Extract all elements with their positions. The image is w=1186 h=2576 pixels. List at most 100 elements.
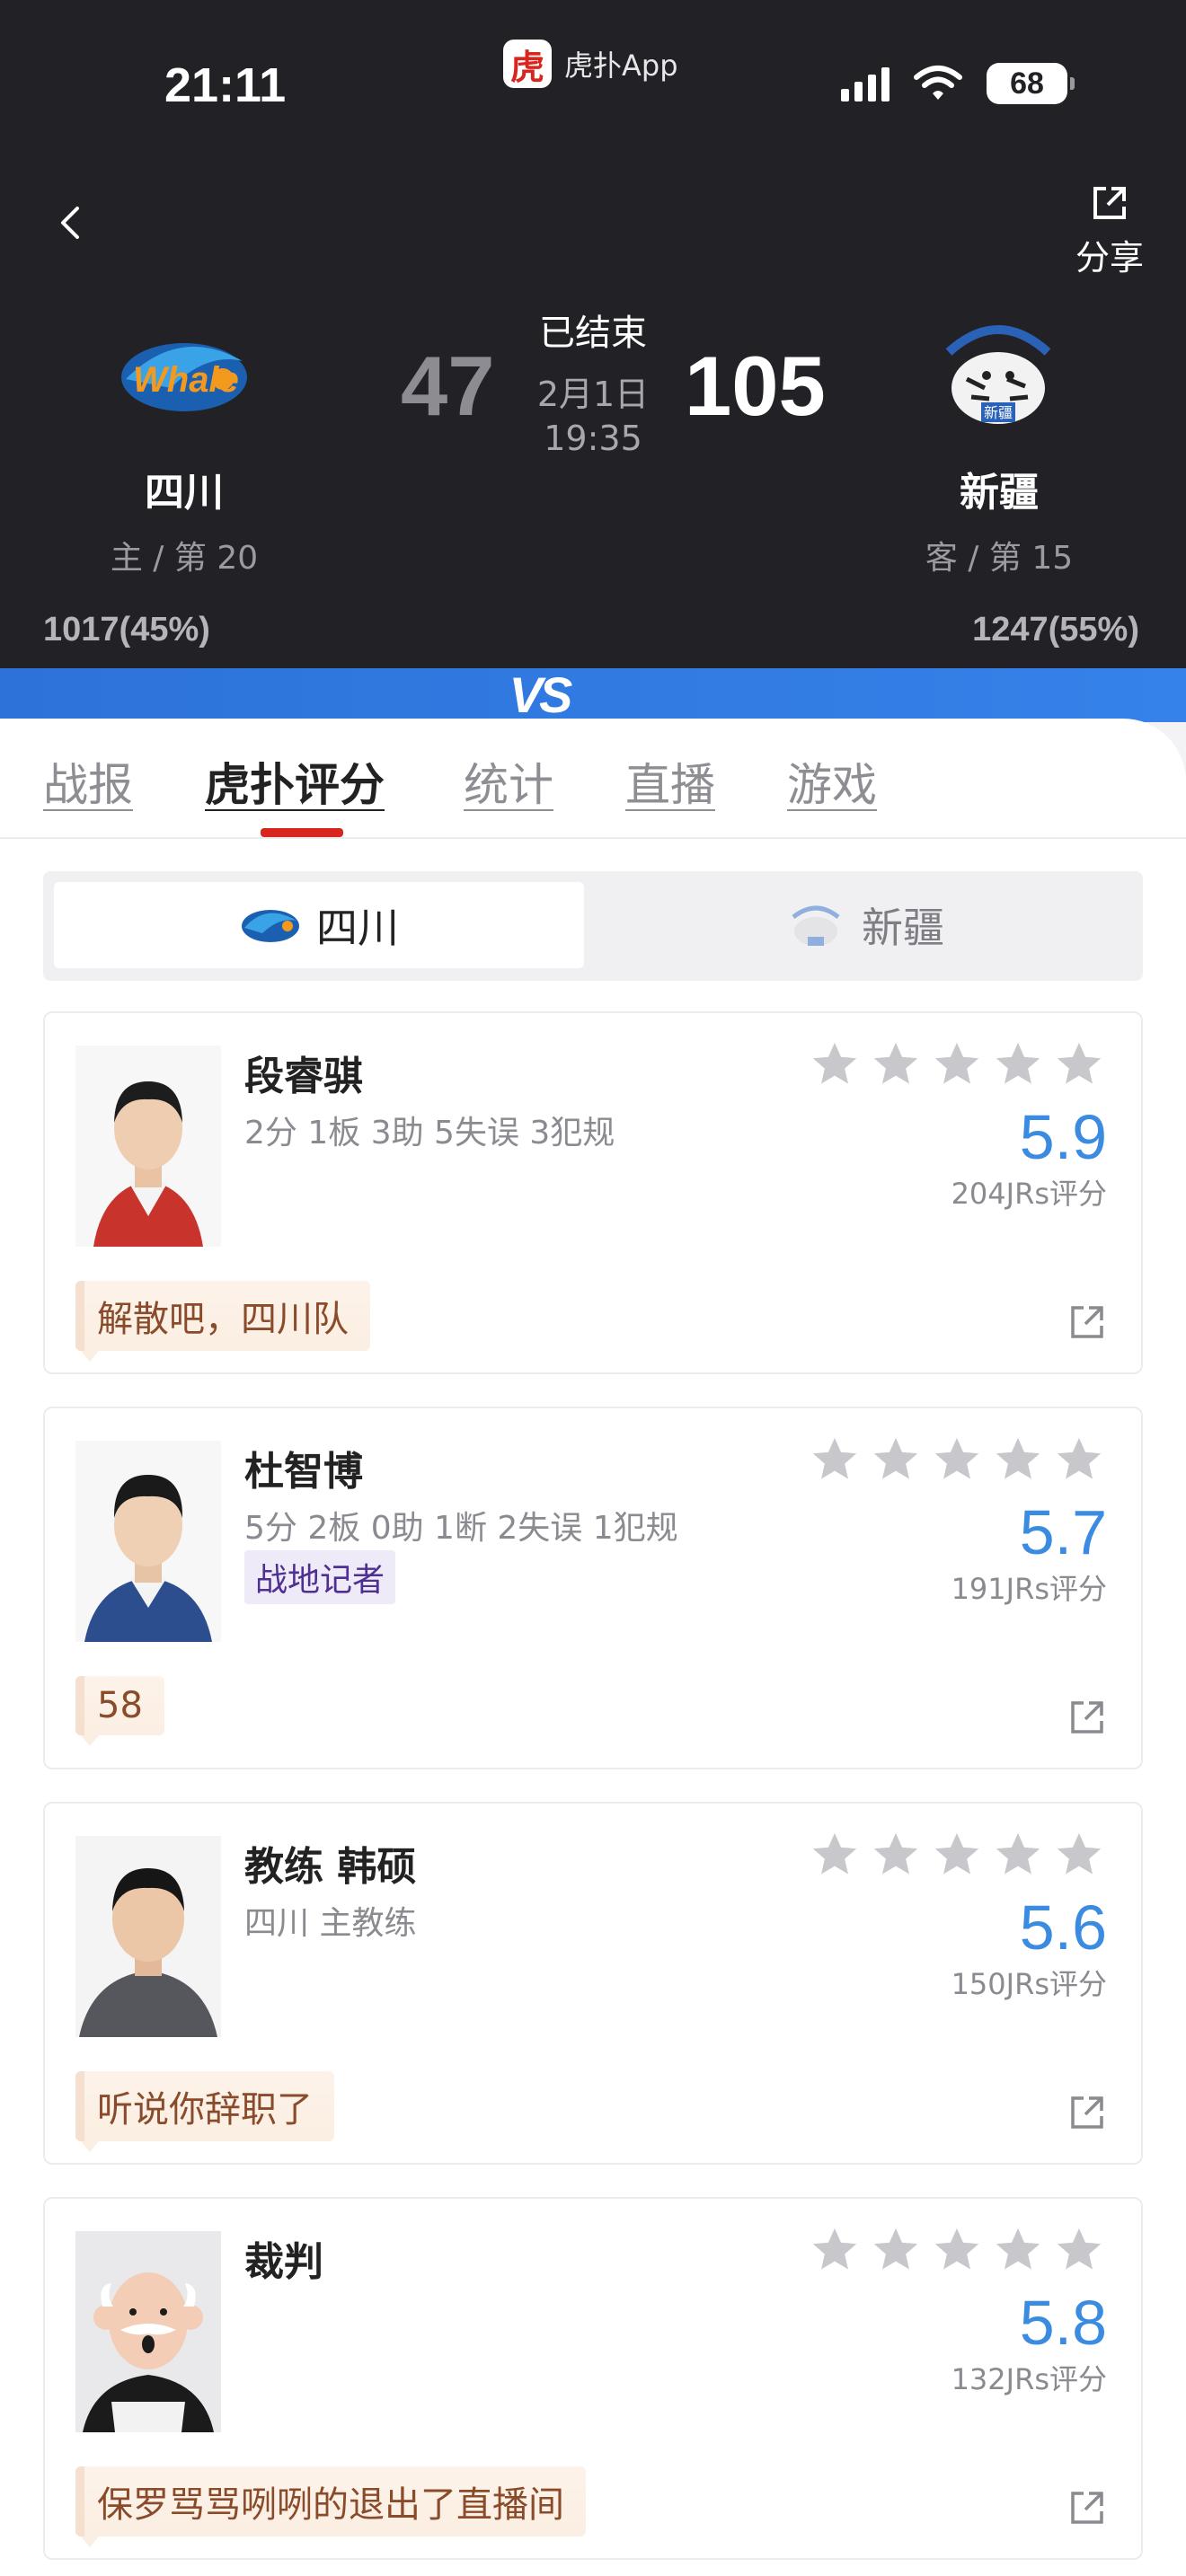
user-tag-badge: 战地记者: [244, 1550, 396, 1604]
game-rating-page: 21:11 虎 虎扑App 68 分享 Whale 四川 主 / 第 20 47…: [0, 0, 1186, 2576]
status-time: 21:11: [164, 58, 287, 112]
rater-count: 191JRs评分: [951, 1572, 1107, 1606]
xinjiang-team-logo[interactable]: 新疆: [931, 316, 1066, 433]
player-stats: 5分 2板 0助 1断 2失误 1犯规: [244, 1510, 678, 1547]
team-switch-away-label: 新疆: [862, 904, 944, 952]
share-icon[interactable]: [1067, 2093, 1107, 2132]
vs-label: VS: [509, 666, 573, 723]
team-switch-home-label: 四川: [316, 904, 399, 952]
star-icon[interactable]: [1053, 1038, 1105, 1090]
home-score: 47: [401, 339, 495, 433]
star-icon[interactable]: [992, 2224, 1044, 2276]
hupu-logo-icon: 虎: [503, 40, 552, 88]
player-name: 段睿骐: [244, 1054, 363, 1099]
team-switch-away[interactable]: 新疆: [597, 882, 1132, 968]
xinjiang-mini-logo-icon: [792, 905, 840, 946]
share-icon[interactable]: [1067, 1302, 1107, 1342]
star-icon[interactable]: [992, 1829, 1044, 1881]
star-rating[interactable]: [809, 2224, 1105, 2276]
battery-icon: 68: [987, 63, 1075, 104]
rating-card[interactable]: 教练 韩硕 四川 主教练 5.6 150JRs评分 听说你辞职了: [43, 1802, 1143, 2165]
tab-live[interactable]: 直播: [625, 749, 715, 814]
referee-avatar: [75, 2231, 221, 2432]
star-icon[interactable]: [809, 1829, 861, 1881]
star-icon[interactable]: [1053, 2224, 1105, 2276]
average-rating: 5.6: [1019, 1892, 1107, 1963]
app-indicator[interactable]: 虎 虎扑App: [503, 40, 678, 88]
game-date: 2月1日: [536, 375, 650, 414]
star-icon[interactable]: [870, 1829, 922, 1881]
star-icon[interactable]: [992, 1434, 1044, 1486]
average-rating: 5.9: [1019, 1102, 1107, 1172]
rating-card[interactable]: 裁判 5.8 132JRs评分 保罗骂骂咧咧的退出了直播间: [43, 2197, 1143, 2560]
referee-name: 裁判: [244, 2239, 323, 2285]
star-rating[interactable]: [809, 1829, 1105, 1881]
tab-hupu-rating[interactable]: 虎扑评分: [205, 749, 385, 814]
away-score: 105: [685, 339, 826, 433]
star-icon[interactable]: [1053, 1829, 1105, 1881]
game-status: 已结束: [539, 313, 647, 354]
star-icon[interactable]: [870, 1434, 922, 1486]
coach-name: 教练 韩硕: [244, 1844, 417, 1890]
share-label: 分享: [1075, 238, 1144, 278]
average-rating: 5.8: [1019, 2288, 1107, 2358]
away-support-votes: 1247(55%): [972, 611, 1139, 648]
sichuan-mini-logo-icon: [242, 910, 299, 942]
star-icon[interactable]: [870, 1038, 922, 1090]
team-switch-home[interactable]: 四川: [54, 882, 584, 968]
home-support-votes: 1017(45%): [43, 611, 210, 648]
star-icon[interactable]: [809, 1038, 861, 1090]
rating-card[interactable]: 杜智博 5分 2板 0助 1断 2失误 1犯规 战地记者 5.7 191JRs评…: [43, 1407, 1143, 1769]
coach-photo: [75, 1836, 221, 2037]
game-header: 21:11 虎 虎扑App 68 分享 Whale 四川 主 / 第 20 47…: [0, 0, 1186, 674]
star-icon[interactable]: [992, 1038, 1044, 1090]
tab-bar: 战报 虎扑评分 统计 直播 游戏: [0, 719, 1186, 839]
star-rating[interactable]: [809, 1434, 1105, 1486]
star-icon[interactable]: [1053, 1434, 1105, 1486]
top-comment[interactable]: 解散吧，四川队: [75, 1281, 370, 1362]
wifi-icon: [914, 66, 962, 100]
star-icon[interactable]: [931, 1038, 983, 1090]
rater-count: 204JRs评分: [951, 1177, 1107, 1211]
sichuan-team-logo[interactable]: Whale: [117, 316, 252, 433]
home-team-name: 四川: [145, 470, 224, 516]
tab-report[interactable]: 战报: [43, 749, 133, 814]
away-team-name: 新疆: [960, 470, 1039, 516]
star-icon[interactable]: [809, 2224, 861, 2276]
top-comment[interactable]: 58: [75, 1676, 164, 1746]
status-icons: 68: [841, 63, 1075, 104]
top-comment[interactable]: 听说你辞职了: [75, 2071, 334, 2152]
star-rating[interactable]: [809, 1038, 1105, 1090]
rater-count: 132JRs评分: [951, 2362, 1107, 2396]
star-icon[interactable]: [809, 1434, 861, 1486]
rater-count: 150JRs评分: [951, 1967, 1107, 2001]
active-tab-indicator: [261, 828, 343, 837]
app-name: 虎扑App: [564, 49, 678, 83]
player-photo: [75, 1045, 221, 1247]
away-team-rank: 客 / 第 15: [925, 540, 1074, 577]
top-comment[interactable]: 保罗骂骂咧咧的退出了直播间: [75, 2466, 586, 2547]
share-icon[interactable]: [1067, 2488, 1107, 2527]
support-vote-bar[interactable]: VS: [0, 668, 1186, 722]
svg-text:新疆: 新疆: [984, 404, 1013, 421]
rating-card[interactable]: 段睿骐 2分 1板 3助 5失误 3犯规 5.9 204JRs评分 解散吧，四川…: [43, 1011, 1143, 1374]
player-name: 杜智博: [244, 1449, 363, 1495]
share-icon: [1093, 187, 1126, 219]
average-rating: 5.7: [1019, 1497, 1107, 1567]
game-time: 19:35: [544, 419, 642, 458]
back-icon[interactable]: [54, 205, 90, 241]
tab-games[interactable]: 游戏: [787, 749, 877, 814]
coach-role: 四川 主教练: [244, 1905, 417, 1942]
star-icon[interactable]: [931, 1829, 983, 1881]
star-icon[interactable]: [931, 2224, 983, 2276]
home-team-rank: 主 / 第 20: [110, 540, 259, 577]
star-icon[interactable]: [931, 1434, 983, 1486]
cellular-signal-icon: [841, 66, 890, 101]
player-stats: 2分 1板 3助 5失误 3犯规: [244, 1115, 615, 1151]
share-icon[interactable]: [1067, 1698, 1107, 1737]
share-button[interactable]: 分享: [1069, 183, 1150, 279]
star-icon[interactable]: [870, 2224, 922, 2276]
rating-content: 四川 新疆 段睿骐 2分 1板 3助 5失误 3犯规 5.9 204JRs评分 …: [0, 839, 1186, 2576]
team-switcher: 四川 新疆: [43, 871, 1143, 981]
tab-stats[interactable]: 统计: [464, 749, 553, 814]
